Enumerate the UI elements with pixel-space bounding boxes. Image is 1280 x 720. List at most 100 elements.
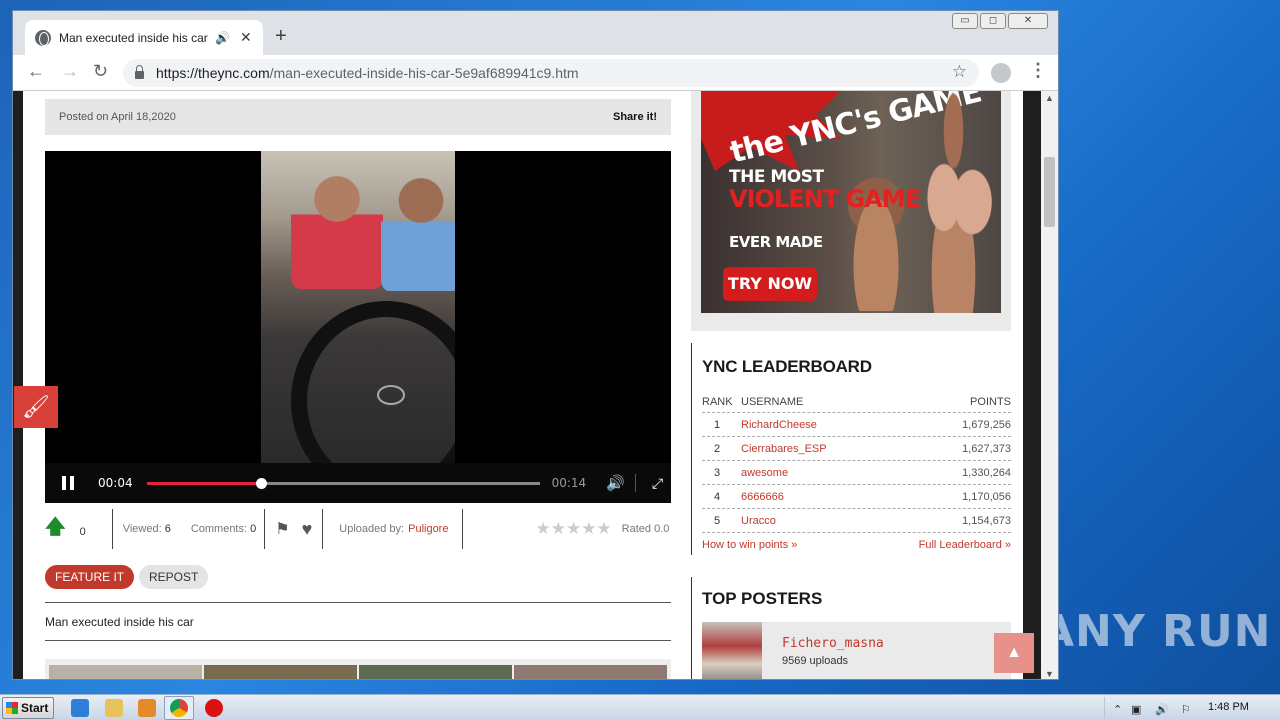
leaderboard-title: YNC LEADERBOARD (702, 357, 872, 376)
menu-kebab-icon[interactable]: ⋮ (1029, 60, 1047, 81)
scroll-thumb[interactable] (1044, 157, 1055, 227)
minimize-button[interactable]: ▭ (952, 13, 978, 29)
row-rank: 1 (714, 419, 721, 431)
video-progress-knob[interactable] (255, 477, 267, 489)
row-username[interactable]: RichardCheese (741, 419, 817, 431)
row-rank: 4 (714, 491, 721, 503)
scroll-to-top-button[interactable]: ▲ (994, 633, 1034, 673)
ie-icon[interactable] (71, 699, 89, 717)
clock[interactable]: 1:48 PM (1208, 701, 1249, 713)
browser-tab[interactable]: Man executed inside his car | th 🔊 ✕ (25, 20, 263, 55)
share-button[interactable]: Share it! (613, 111, 657, 123)
bookmark-star-icon[interactable]: ☆ (952, 62, 967, 82)
uploader-link[interactable]: Puligore (408, 523, 448, 535)
network-icon[interactable]: ▣ (1131, 703, 1141, 716)
video-player[interactable]: 00:04 00:14 🔊 ⤢ (45, 151, 671, 503)
anyrun-watermark: ANY RUN (1040, 606, 1272, 657)
leaderboard-row: 2 Cierrabares_ESP 1,627,373 (702, 437, 1011, 461)
reload-icon[interactable]: ↻ (93, 61, 108, 82)
poster-name[interactable]: Fichero_masna (782, 636, 884, 651)
media-player-icon[interactable] (138, 699, 156, 717)
pause-icon[interactable] (62, 476, 74, 490)
address-bar[interactable]: https://theync.com /man-executed-inside-… (123, 59, 979, 87)
row-username[interactable]: Uracco (741, 515, 776, 527)
tab-title: Man executed inside his car | th (59, 30, 209, 45)
start-button[interactable]: Start (2, 697, 54, 719)
flag-icon[interactable]: ⚑ (275, 519, 289, 539)
row-username[interactable]: Cierrabares_ESP (741, 443, 827, 455)
ad-banner[interactable]: the YNC's GAME THE MOST VIOLENT GAME EVE… (691, 91, 1011, 331)
page-scrollbar[interactable]: ▲ ▼ (1041, 91, 1058, 679)
views-label: Viewed: (122, 523, 162, 535)
how-to-win-link[interactable]: How to win points » (702, 539, 797, 551)
full-leaderboard-link[interactable]: Full Leaderboard » (919, 539, 1011, 551)
heart-icon[interactable]: ♥ (302, 519, 313, 540)
divider (45, 640, 671, 641)
folder-icon[interactable] (105, 699, 123, 717)
ad-try-now-button[interactable]: TRY NOW (723, 267, 817, 301)
comments-count: 0 (250, 523, 257, 535)
close-tab-icon[interactable]: ✕ (240, 29, 252, 46)
row-rank: 2 (714, 443, 721, 455)
scroll-up-arrow-icon[interactable]: ▲ (1045, 93, 1054, 103)
rating-text: Rated 0.0 (621, 523, 670, 535)
speaker-icon[interactable]: 🔊 (215, 31, 230, 45)
volume-icon[interactable]: 🔊 (606, 474, 625, 492)
forward-icon[interactable]: → (61, 61, 79, 82)
video-progress-bar[interactable] (146, 477, 540, 489)
related-thumbnail[interactable] (204, 665, 357, 679)
back-icon[interactable]: ← (27, 61, 45, 82)
close-window-button[interactable]: ✕ (1008, 13, 1048, 29)
scroll-down-arrow-icon[interactable]: ▼ (1045, 669, 1054, 679)
top-poster-card[interactable]: Fichero_masna 9569 uploads (702, 622, 1011, 679)
chrome-taskbar-button[interactable] (164, 696, 194, 720)
maximize-button[interactable]: ◻ (980, 13, 1006, 29)
repost-button[interactable]: REPOST (139, 565, 209, 589)
paintbrush-icon[interactable]: 🖌 (14, 386, 58, 428)
windows-logo-icon (6, 702, 18, 714)
feature-it-button[interactable]: FEATURE IT (45, 565, 135, 589)
start-label: Start (21, 701, 49, 715)
points-header: POINTS (970, 396, 1011, 408)
upvote-arrow-icon[interactable]: 🡅 (45, 512, 66, 546)
flag-tray-icon[interactable]: ⚐ (1181, 703, 1191, 716)
username-header: USERNAME (741, 396, 804, 408)
poster-avatar[interactable] (702, 622, 762, 679)
related-thumbnail[interactable] (514, 665, 667, 679)
profile-avatar-icon[interactable] (991, 63, 1011, 83)
warning-icon[interactable] (205, 699, 223, 717)
vote-count: 0 (79, 526, 86, 538)
rating-stars[interactable]: ★★★★★ (535, 519, 611, 539)
fullscreen-icon[interactable]: ⤢ (652, 475, 663, 492)
video-frame (261, 151, 455, 463)
volume-tray-icon[interactable]: 🔊 (1155, 703, 1169, 716)
video-figure (291, 169, 383, 289)
new-tab-button[interactable]: + (275, 25, 287, 48)
related-thumbnail[interactable] (49, 665, 202, 679)
top-posters: TOP POSTERS Fichero_masna 9569 uploads (691, 577, 1011, 679)
leaderboard-row: 1 RichardCheese 1,679,256 (702, 413, 1011, 437)
leaderboard-row: 5 Uracco 1,154,673 (702, 509, 1011, 533)
ad-image[interactable]: the YNC's GAME THE MOST VIOLENT GAME EVE… (701, 91, 1001, 313)
poster-uploads: 9569 uploads (782, 655, 849, 667)
video-figure (381, 175, 455, 291)
tray-arrow-icon[interactable]: ⌃ (1113, 703, 1122, 716)
browser-window: Man executed inside his car | th 🔊 ✕ + ▭… (12, 10, 1059, 680)
divider (264, 509, 266, 549)
ad-figure (841, 161, 911, 311)
divider (691, 343, 692, 555)
row-username[interactable]: 6666666 (741, 491, 784, 503)
related-thumbnail[interactable] (359, 665, 512, 679)
current-time: 00:04 (98, 476, 133, 490)
globe-icon (35, 29, 51, 46)
divider (111, 509, 113, 549)
row-points: 1,627,373 (962, 443, 1011, 455)
leaderboard: YNC LEADERBOARD RANK USERNAME POINTS 1 R… (691, 343, 1011, 565)
url-path: /man-executed-inside-his-car-5e9af689941… (269, 65, 579, 81)
divider (462, 509, 464, 549)
ad-line: EVER MADE (729, 233, 823, 251)
divider (322, 509, 324, 549)
row-points: 1,154,673 (962, 515, 1011, 527)
row-username[interactable]: awesome (741, 467, 788, 479)
video-controls: 00:04 00:14 🔊 ⤢ (45, 463, 671, 503)
